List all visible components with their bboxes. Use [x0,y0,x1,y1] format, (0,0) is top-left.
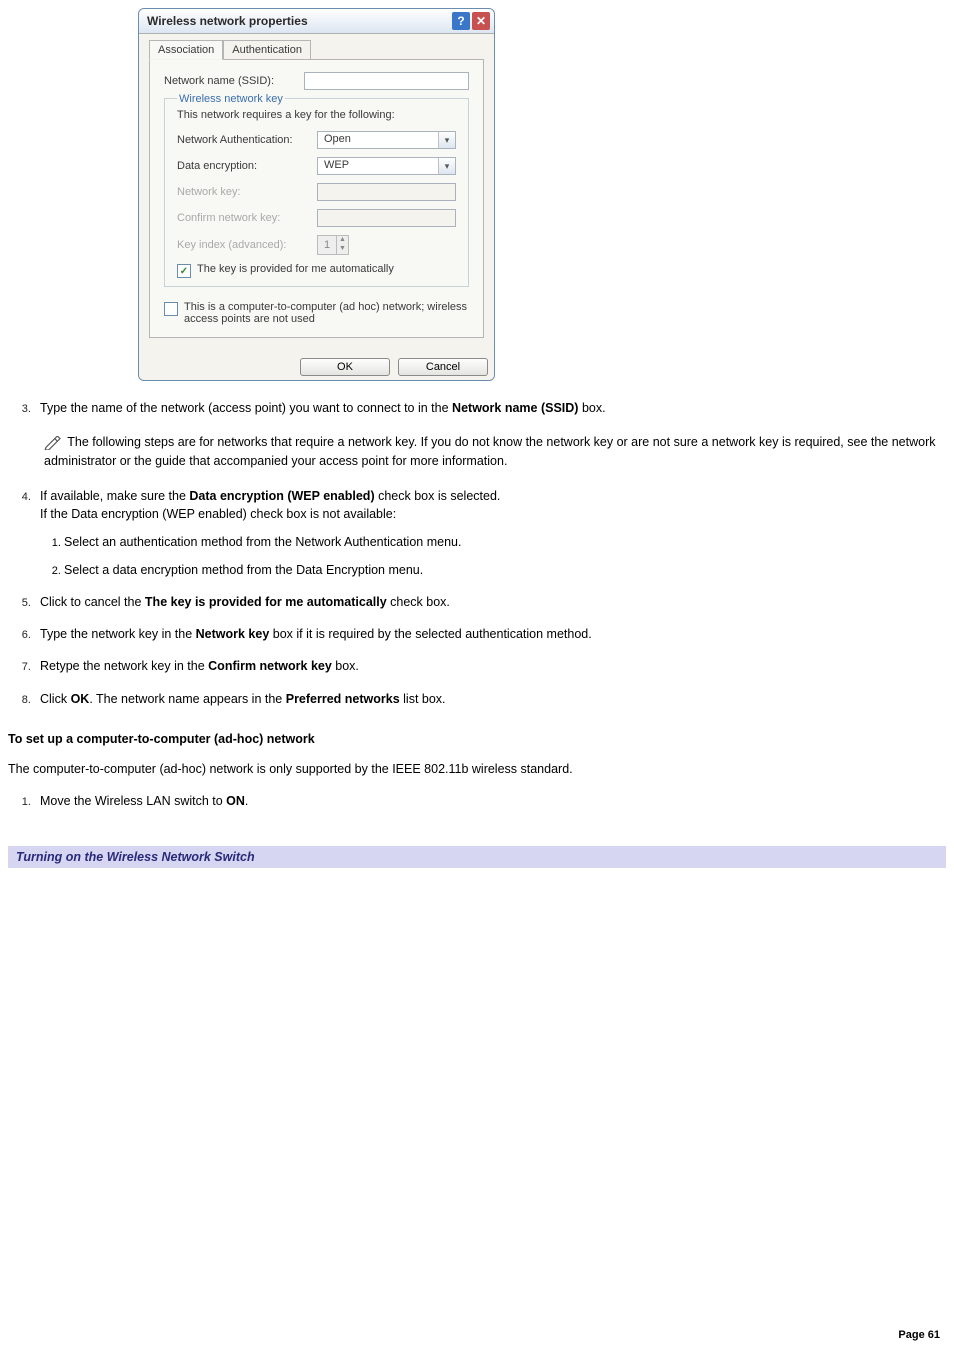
list-item: Type the network key in the Network key … [34,625,946,643]
key-index-value: 1 [318,239,336,251]
note: The following steps are for networks tha… [40,433,946,471]
list-item: Click OK. The network name appears in th… [34,690,946,708]
figure-caption: Turning on the Wireless Network Switch [8,846,946,868]
auth-label: Network Authentication: [177,134,317,146]
document-body: Type the name of the network (access poi… [8,399,946,868]
auto-key-checkbox[interactable]: ✓ [177,264,191,278]
auth-select[interactable]: Open ▾ [317,131,456,149]
list-item: Type the name of the network (access poi… [34,399,946,471]
chevron-down-icon: ▾ [438,132,455,148]
ok-button[interactable]: OK [300,358,390,376]
keyindex-label: Key index (advanced): [177,239,317,251]
wireless-properties-dialog: Wireless network properties ? ✕ Associat… [138,8,495,381]
chevron-down-icon: ▾ [438,158,455,174]
confirm-label: Confirm network key: [177,212,317,224]
list-item: If available, make sure the Data encrypt… [34,487,946,580]
close-button[interactable]: ✕ [472,12,490,30]
paragraph: The computer-to-computer (ad-hoc) networ… [8,760,946,778]
list-item: Select a data encryption method from the… [64,561,946,579]
ssid-label: Network name (SSID): [164,75,304,87]
help-button[interactable]: ? [452,12,470,30]
key-index-spinner: 1 ▲▼ [317,235,349,255]
group-legend: Wireless network key [177,93,285,105]
adhoc-checkbox[interactable] [164,302,178,316]
tab-association[interactable]: Association [149,40,223,60]
network-key-input [317,183,456,201]
enc-select[interactable]: WEP ▾ [317,157,456,175]
tab-authentication[interactable]: Authentication [223,40,311,60]
wireless-key-group: Wireless network key This network requir… [164,98,469,287]
section-heading: To set up a computer-to-computer (ad-hoc… [8,732,946,746]
enc-label: Data encryption: [177,160,317,172]
list-item: Select an authentication method from the… [64,533,946,551]
adhoc-label: This is a computer-to-computer (ad hoc) … [184,301,469,325]
confirm-key-input [317,209,456,227]
page-number: Page 61 [898,1329,940,1341]
window-title: Wireless network properties [147,14,308,28]
netkey-label: Network key: [177,186,317,198]
auto-key-label: The key is provided for me automatically [197,263,394,275]
enc-value: WEP [318,158,438,174]
cancel-button[interactable]: Cancel [398,358,488,376]
pencil-icon [44,436,62,450]
titlebar: Wireless network properties ? ✕ [139,9,494,34]
ssid-input[interactable] [304,72,469,90]
list-item: Click to cancel the The key is provided … [34,593,946,611]
auth-value: Open [318,132,438,148]
group-desc: This network requires a key for the foll… [177,109,456,121]
list-item: Retype the network key in the Confirm ne… [34,657,946,675]
tabs: Association Authentication [149,40,484,60]
tab-panel-association: Network name (SSID): Wireless network ke… [149,59,484,338]
list-item: Move the Wireless LAN switch to ON. [34,792,946,810]
